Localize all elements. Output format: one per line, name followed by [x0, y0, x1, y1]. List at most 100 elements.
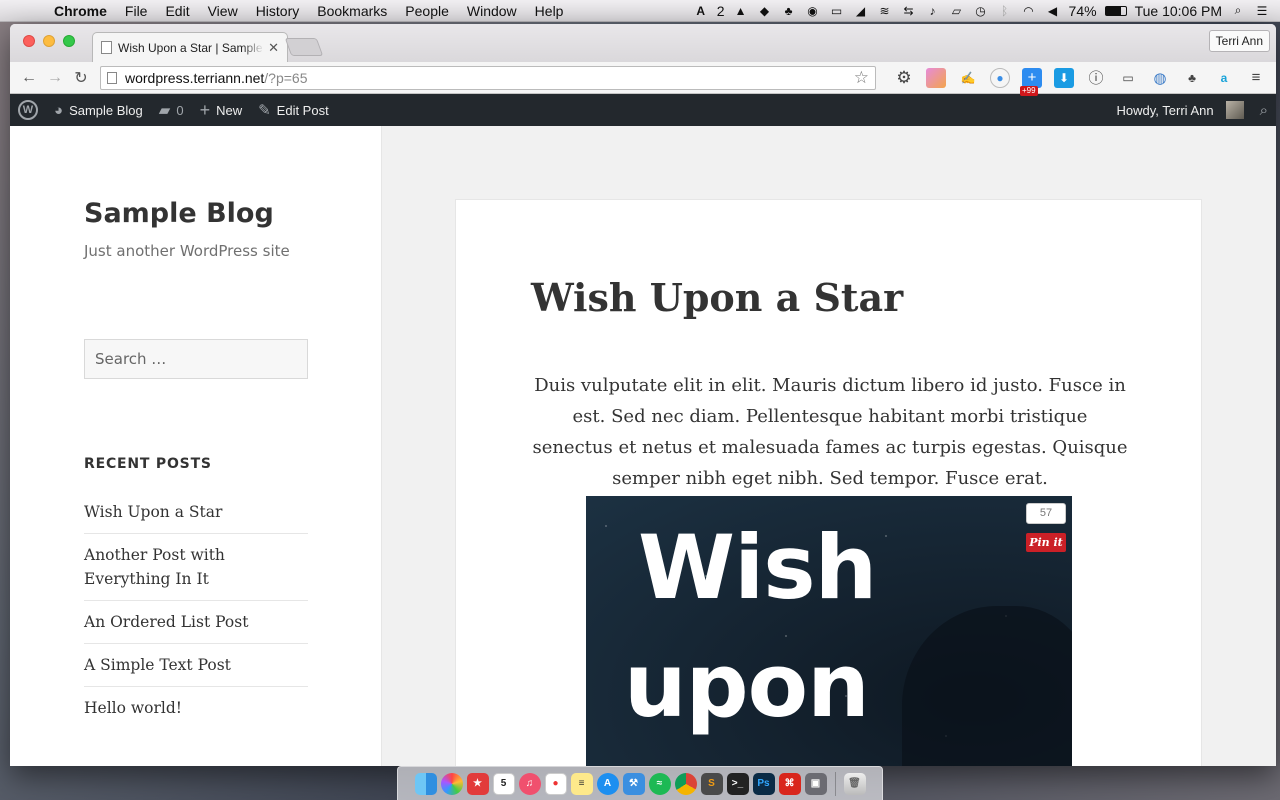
menu-people[interactable]: People	[396, 3, 458, 19]
notes-icon[interactable]: ≡	[570, 772, 593, 795]
time-machine-icon[interactable]: ◷	[973, 4, 989, 18]
browser-tab-active[interactable]: Wish Upon a Star | Sample ✕	[92, 32, 288, 62]
chrome-menu-icon[interactable]: ≡	[1246, 68, 1266, 88]
menubar-clock[interactable]: Tue 10:06 PM	[1135, 3, 1222, 19]
drive-sync-icon[interactable]: ◢	[853, 4, 869, 18]
pin-it-button[interactable]: Pin it	[1026, 533, 1066, 552]
search-input[interactable]	[84, 339, 308, 379]
menu-bookmarks[interactable]: Bookmarks	[308, 3, 396, 19]
window-close-button[interactable]	[23, 35, 35, 47]
globe-extension-icon[interactable]: ◍	[1150, 68, 1170, 88]
menu-window[interactable]: Window	[458, 3, 526, 19]
comments-count: 0	[176, 102, 184, 118]
profile-button[interactable]: Terri Ann	[1208, 30, 1270, 52]
menu-file[interactable]: File	[116, 3, 157, 19]
address-bar[interactable]: wordpress.terriann.net/?p=65 ☆	[100, 65, 876, 90]
recent-post-link[interactable]: Hello world!	[84, 686, 308, 729]
photos-icon[interactable]	[440, 772, 463, 795]
menu-edit[interactable]: Edit	[156, 3, 198, 19]
page-info-icon[interactable]	[107, 71, 117, 84]
admin-my-account[interactable]: Howdy, Terri Ann	[1109, 94, 1252, 126]
rss-icon[interactable]: ≋	[877, 4, 893, 18]
airplay-icon[interactable]: ▱	[949, 4, 965, 18]
window-minimize-button[interactable]	[43, 35, 55, 47]
bookmark-star-icon[interactable]: ☆	[854, 68, 869, 88]
itunes-icon[interactable]: ♫	[518, 772, 541, 795]
page-body: Sample Blog Just another WordPress site …	[10, 126, 1276, 766]
macos-menubar: Chrome File Edit View History Bookmarks …	[0, 0, 1280, 22]
dashboard-icon: ◕	[54, 101, 64, 119]
color-extension-icon[interactable]	[926, 67, 946, 88]
circle-extension-icon[interactable]: ●	[990, 67, 1010, 88]
spotlight-search-icon[interactable]: ⌕	[1230, 3, 1246, 18]
cast-icon[interactable]: ▭	[1118, 68, 1138, 88]
bookmark-app-icon[interactable]: ★	[466, 772, 489, 795]
menu-app-name[interactable]: Chrome	[54, 3, 116, 19]
admin-bar-right: Howdy, Terri Ann ⌕	[1109, 94, 1276, 126]
admin-search[interactable]: ⌕	[1252, 94, 1276, 126]
download-extension-icon[interactable]: ⬇	[1054, 67, 1074, 88]
admin-new-label: New	[216, 102, 243, 118]
calendar-icon[interactable]: 5	[492, 772, 515, 795]
camera-icon[interactable]: ▭	[829, 4, 845, 18]
admin-site-name[interactable]: ◕ Sample Blog	[46, 94, 151, 126]
notification-center-icon[interactable]: ☰	[1254, 4, 1270, 18]
evernote-icon[interactable]: ♣	[781, 4, 797, 18]
handwriting-extension-icon[interactable]: ✍	[958, 68, 978, 88]
wp-logo-menu[interactable]: W	[10, 94, 46, 126]
menu-view[interactable]: View	[199, 3, 247, 19]
bluetooth-icon[interactable]: ᛒ	[997, 4, 1013, 18]
site-title[interactable]: Sample Blog	[84, 198, 274, 229]
onepassword-icon[interactable]: ◉	[805, 4, 821, 18]
evernote-extension-icon[interactable]: ♣	[1182, 68, 1202, 88]
dropbox-icon[interactable]: ◆	[757, 4, 773, 18]
xcode-icon[interactable]: ⚒	[622, 772, 645, 795]
adobe-icon[interactable]: A	[693, 4, 709, 18]
spotify-icon[interactable]: ≈	[648, 772, 671, 795]
sublime-text-icon[interactable]: S	[700, 772, 723, 795]
avatar	[1225, 101, 1244, 119]
admin-edit-post[interactable]: ✎ Edit Post	[250, 94, 337, 126]
plus-extension-icon[interactable]: + +99	[1020, 67, 1042, 96]
google-drive-icon[interactable]: ▲	[733, 4, 749, 18]
trash-icon[interactable]: 🗑	[843, 772, 866, 795]
back-arrow-icon[interactable]: ←	[16, 65, 42, 91]
network-icon[interactable]: ⇆	[901, 4, 917, 18]
menubar-status-area: A 2 ▲ ◆ ♣ ◉ ▭ ◢ ≋ ⇆ ♪ ▱ ◷ ᛒ ◠ ◀ 74% Tue …	[693, 3, 1280, 19]
photo-booth-icon[interactable]: ▣	[804, 772, 827, 795]
chrome-window: Wish Upon a Star | Sample ✕ Terri Ann ← …	[10, 24, 1276, 766]
new-tab-button[interactable]	[284, 38, 324, 56]
photoshop-icon[interactable]: Ps	[752, 772, 775, 795]
reload-icon[interactable]: ↻	[68, 65, 94, 91]
admin-comments[interactable]: ▰ 0	[151, 94, 192, 126]
recent-post-link[interactable]: Another Post with Everything In It	[84, 533, 308, 600]
howdy-text: Howdy, Terri Ann	[1116, 102, 1214, 118]
recent-post-link[interactable]: An Ordered List Post	[84, 600, 308, 643]
info-extension-icon[interactable]: ⓘ	[1086, 68, 1106, 88]
terminal-icon[interactable]: >_	[726, 772, 749, 795]
pencil-icon: ✎	[258, 102, 271, 119]
tab-close-icon[interactable]: ✕	[268, 40, 279, 56]
a-extension-icon[interactable]: a	[1214, 68, 1234, 88]
settings-gear-icon[interactable]: ⚙	[894, 68, 914, 88]
tab-title: Wish Upon a Star | Sample	[118, 40, 263, 55]
acrobat-icon[interactable]: ⌘	[778, 772, 801, 795]
recent-posts-list: Wish Upon a Star Another Post with Every…	[84, 496, 308, 729]
reminders-icon[interactable]: ●	[544, 772, 567, 795]
chrome-icon[interactable]	[674, 772, 697, 795]
menu-history[interactable]: History	[247, 3, 309, 19]
volume-icon[interactable]: ◀	[1045, 4, 1061, 18]
battery-icon[interactable]	[1104, 5, 1127, 16]
notification-bell-icon[interactable]: ♪	[925, 4, 941, 18]
admin-new-content[interactable]: + New	[192, 94, 251, 126]
recent-post-link[interactable]: A Simple Text Post	[84, 643, 308, 686]
recent-post-link[interactable]: Wish Upon a Star	[84, 496, 308, 533]
finder-icon[interactable]	[414, 772, 437, 795]
menu-help[interactable]: Help	[526, 3, 573, 19]
wifi-icon[interactable]: ◠	[1021, 4, 1037, 18]
window-zoom-button[interactable]	[63, 35, 75, 47]
plus-icon: +	[199, 99, 211, 120]
app-store-icon[interactable]: A	[596, 772, 619, 795]
image-text-line1: Wish	[638, 516, 877, 619]
forward-arrow-icon[interactable]: →	[42, 65, 68, 91]
